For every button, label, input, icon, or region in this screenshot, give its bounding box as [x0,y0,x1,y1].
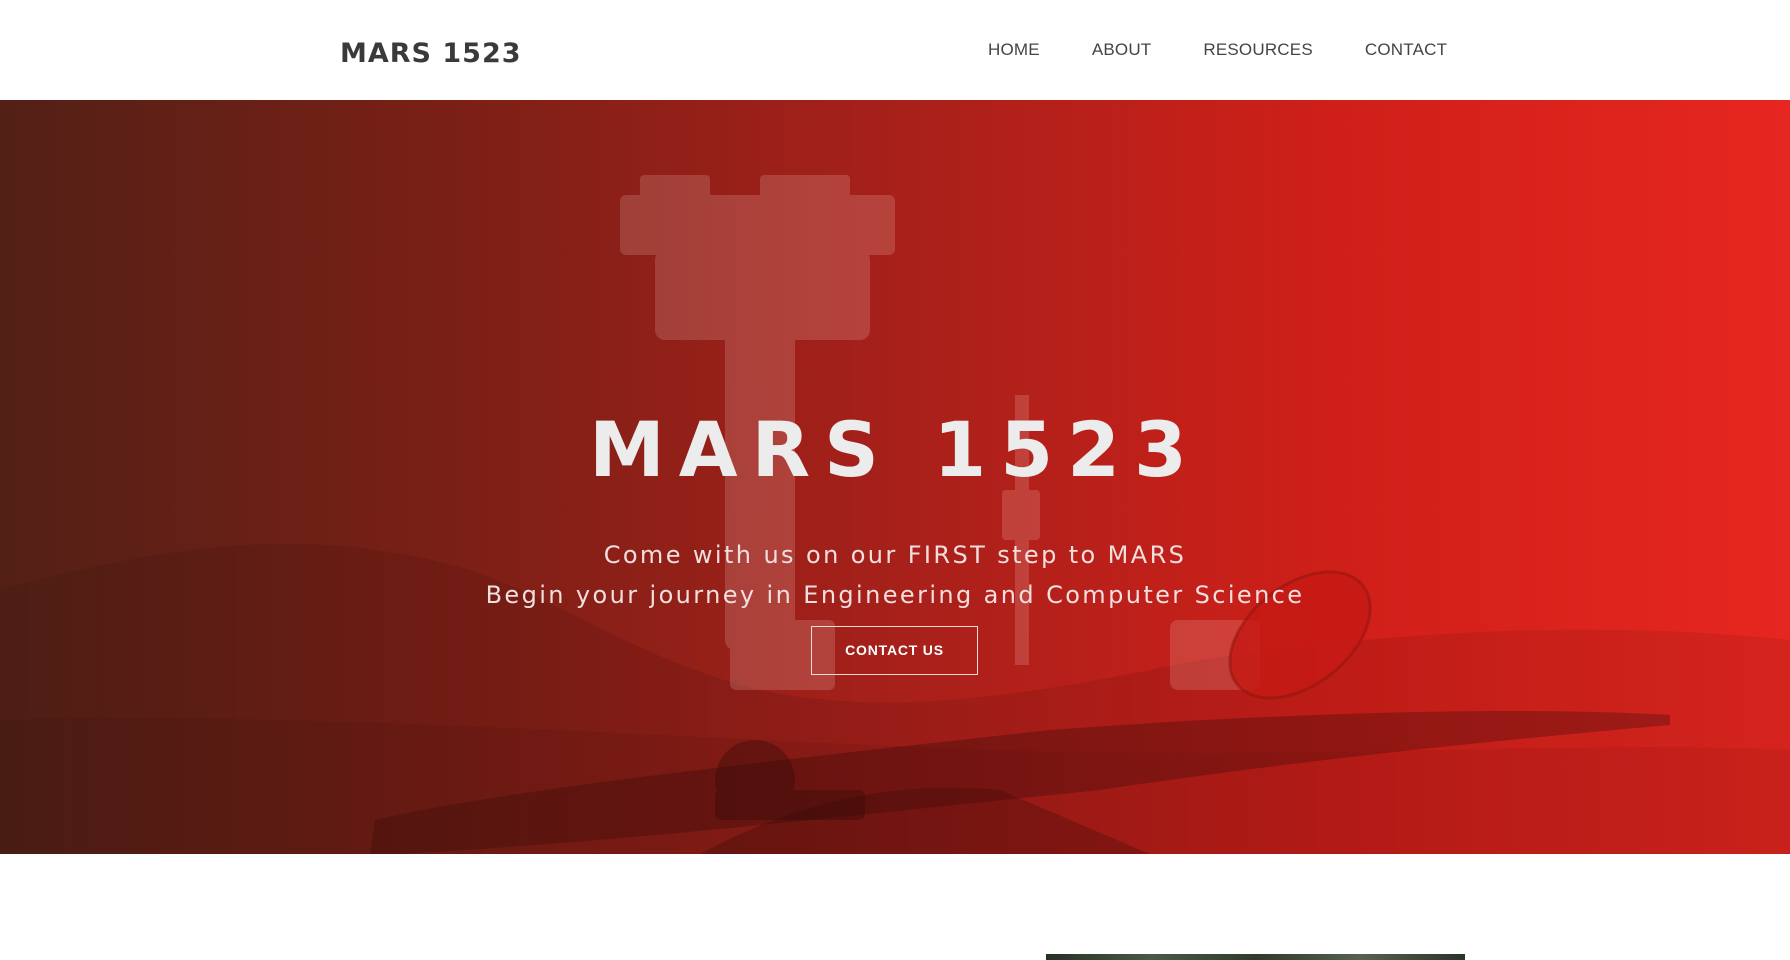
hero-subtitle-line-2: Begin your journey in Engineering and Co… [485,581,1305,609]
nav-about-link[interactable]: ABOUT [1092,40,1152,60]
hero-banner: MARS 1523 Come with us on our FIRST step… [0,100,1790,854]
hero-title: MARS 1523 [589,405,1201,494]
top-navbar: MARS 1523 HOME ABOUT RESOURCES CONTACT [0,0,1790,100]
nav-home-link[interactable]: HOME [988,40,1040,60]
hero-subtitle-line-1: Come with us on our FIRST step to MARS [603,541,1187,569]
contact-us-button[interactable]: CONTACT US [811,626,978,675]
nav-contact-link[interactable]: CONTACT [1365,40,1447,60]
main-nav: HOME ABOUT RESOURCES CONTACT [988,40,1499,60]
nav-resources-link[interactable]: RESOURCES [1203,40,1313,60]
content-section-image [1046,954,1465,960]
brand-logo[interactable]: MARS 1523 [340,38,522,69]
